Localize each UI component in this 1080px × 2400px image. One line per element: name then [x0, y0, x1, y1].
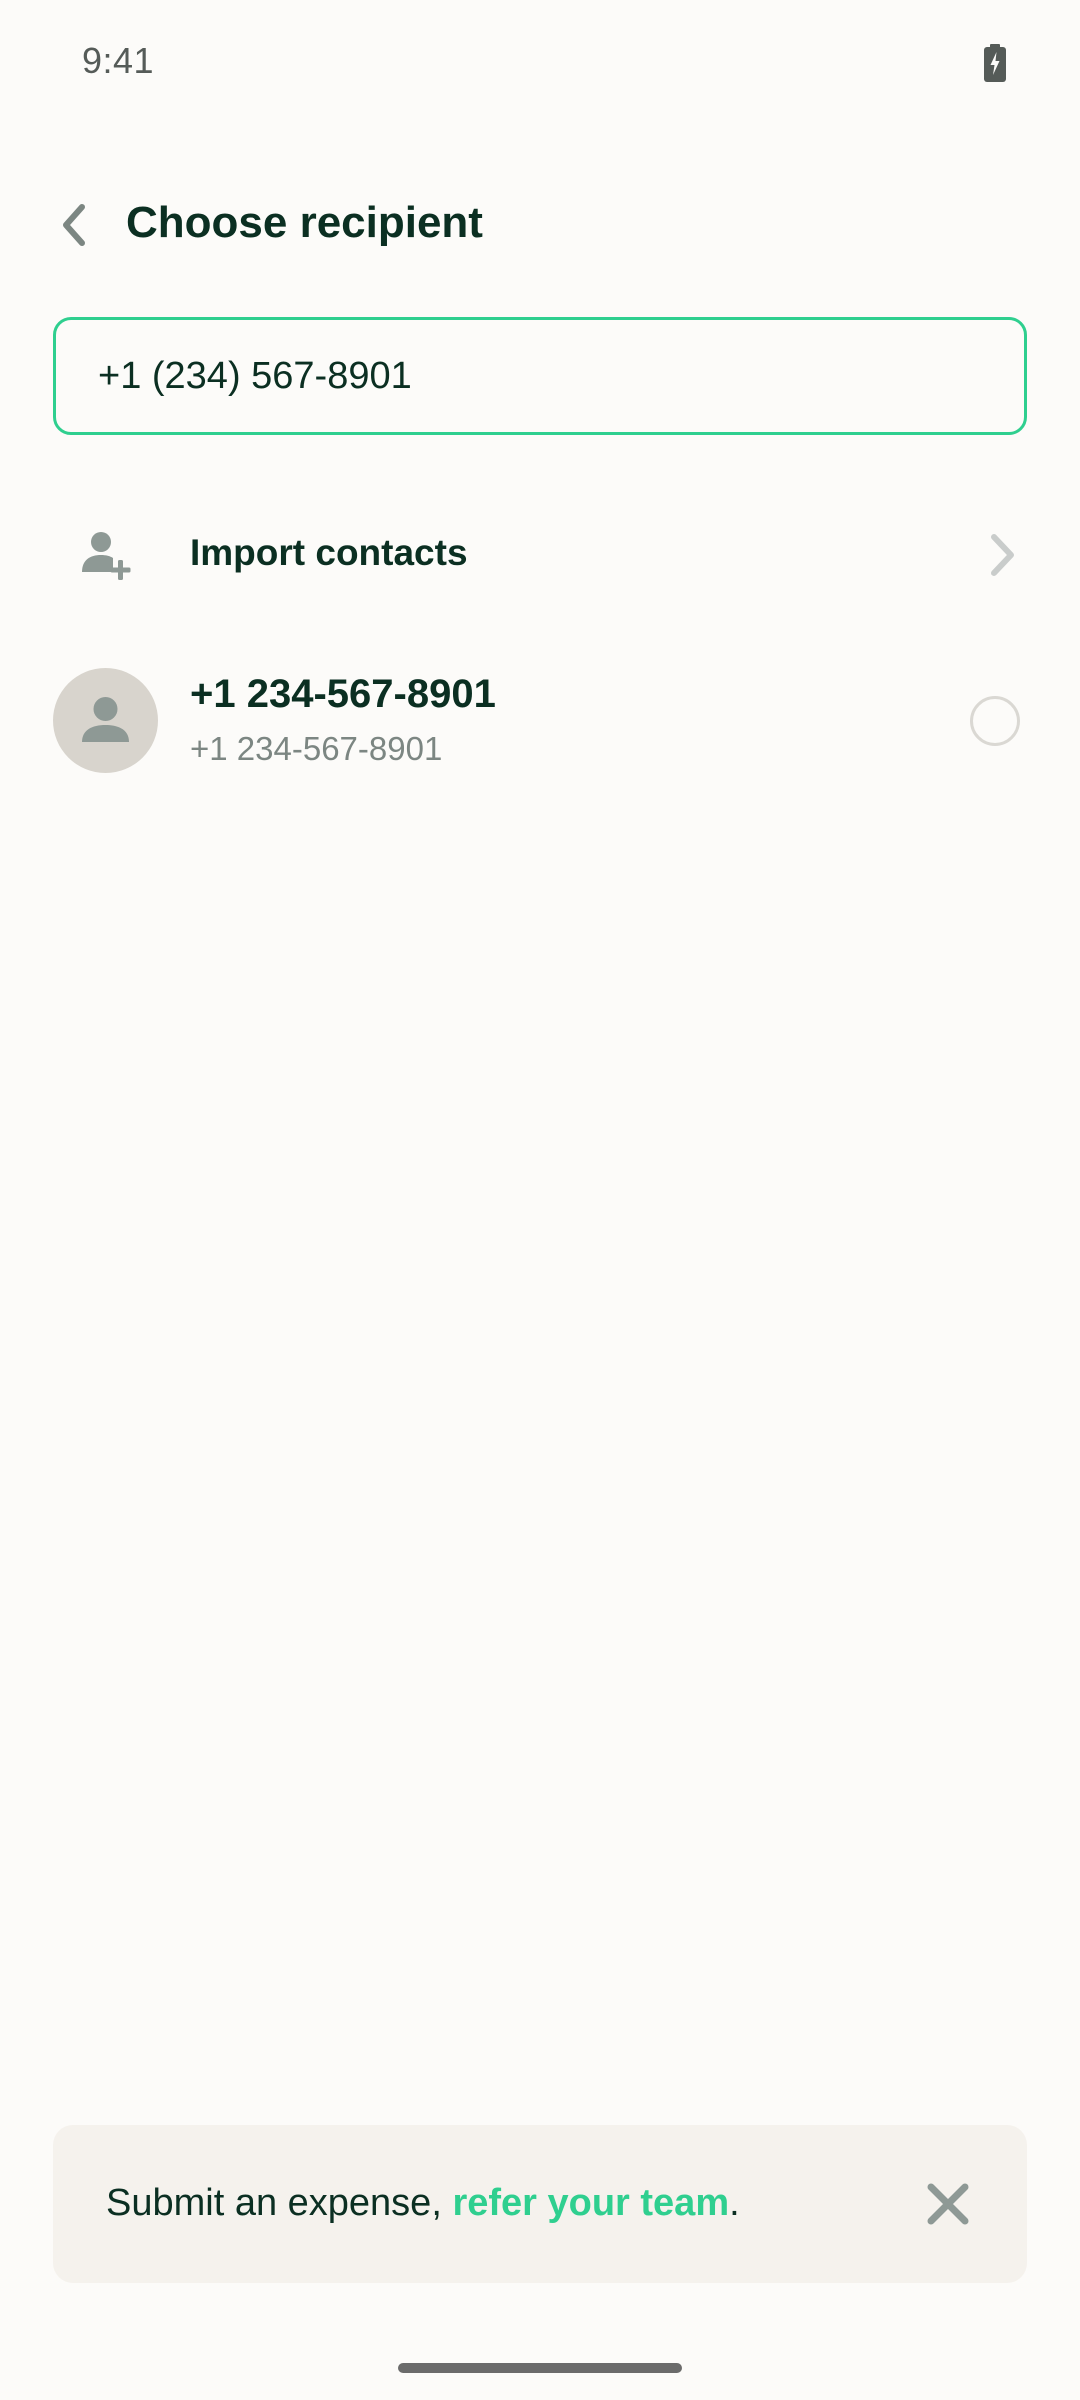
banner-text: Submit an expense, refer your team.: [106, 2182, 740, 2225]
banner-text-suffix: .: [729, 2182, 740, 2224]
chevron-right-icon: [991, 534, 1014, 576]
referral-banner: Submit an expense, refer your team.: [53, 2125, 1027, 2283]
contact-phone: +1 234-567-8901: [190, 730, 443, 767]
battery-charging-icon: [984, 44, 1006, 82]
import-contacts-label: Import contacts: [190, 532, 468, 573]
contact-select-radio[interactable]: [970, 696, 1020, 746]
page-title: Choose recipient: [126, 198, 483, 247]
recipient-search-input[interactable]: [98, 320, 998, 432]
person-icon: [82, 697, 129, 742]
add-user-icon: [82, 532, 131, 580]
avatar: [53, 668, 158, 773]
contact-row[interactable]: +1 234-567-8901 +1 234-567-8901: [0, 660, 1080, 780]
banner-text-prefix: Submit an expense,: [106, 2182, 453, 2224]
status-time: 9:41: [82, 40, 155, 81]
header: Choose recipient: [0, 180, 1080, 270]
chevron-left-icon: [63, 204, 85, 246]
close-icon[interactable]: [923, 2179, 973, 2229]
back-button[interactable]: [48, 200, 98, 250]
status-bar: 9:41: [0, 0, 1080, 120]
recipient-search-field[interactable]: [53, 317, 1027, 435]
home-indicator[interactable]: [398, 2363, 682, 2373]
refer-your-team-link[interactable]: refer your team: [452, 2182, 729, 2224]
import-contacts-row[interactable]: Import contacts: [0, 500, 1080, 610]
contact-name: +1 234-567-8901: [190, 672, 496, 716]
